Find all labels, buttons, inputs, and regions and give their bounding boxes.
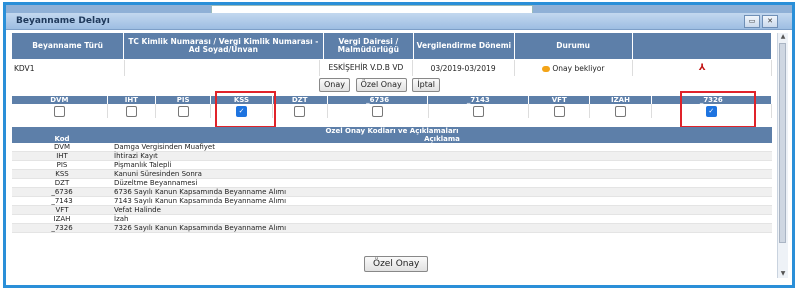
table-row: DZT Düzeltme Beyannamesi xyxy=(12,179,772,188)
declaration-header: Beyanname Türü TC Kimlik Numarası / Verg… xyxy=(12,33,773,59)
table-row: _6736 6736 Sayılı Kanun Kapsamında Beyann… xyxy=(12,188,772,197)
scroll-up-icon[interactable]: ▲ xyxy=(778,33,788,41)
checkbox-6736[interactable] xyxy=(372,105,384,117)
cell-daire: ESKİŞEHİR V.D.B VD xyxy=(319,60,413,76)
code-kod: _7143 xyxy=(51,197,73,205)
code-checkbox-row: ✓ ✓ xyxy=(12,104,773,118)
table-row: KSS Kanuni Süresinden Sonra xyxy=(12,170,772,179)
code-aciklama: İhtirazi Kayıt xyxy=(114,152,158,160)
col-actions xyxy=(632,33,773,59)
code-aciklama: 7143 Sayılı Kanun Kapsamında Beyanname A… xyxy=(114,197,287,205)
code-hdr-dvm: DVM xyxy=(12,96,108,104)
dialog-titlebar: Beyanname Delayı ▭ ✕ xyxy=(6,13,792,30)
codes-col-kod: Kod xyxy=(54,135,70,143)
ozel-onay-button[interactable]: Özel Onay xyxy=(355,78,407,92)
table-row: DVM Damga Vergisinden Muafiyet xyxy=(12,143,772,152)
code-aciklama: 6736 Sayılı Kanun Kapsamında Beyanname A… xyxy=(114,188,287,196)
cell-durum: Onay bekliyor xyxy=(514,60,634,76)
code-kod: KSS xyxy=(55,170,69,178)
code-aciklama: Damga Vergisinden Muafiyet xyxy=(114,143,215,151)
table-row: PIS Pişmanlık Talepli xyxy=(12,161,772,170)
col-kimlik: TC Kimlik Numarası / Vergi Kimlik Numara… xyxy=(123,33,324,59)
code-checkbox-header: DVM IHT PIS KSS DZT _6736 _7143 VFT IZAH… xyxy=(12,96,773,104)
checkbox-izah[interactable] xyxy=(615,105,626,117)
codes-table-title: Özel Onay Kodları ve Açıklamaları xyxy=(12,127,772,135)
codes-col-aciklama: Açıklama xyxy=(424,135,460,143)
checkbox-iht[interactable] xyxy=(125,105,137,117)
code-aciklama: İzah xyxy=(114,215,129,223)
cell-kimlik xyxy=(124,60,321,76)
code-hdr-pis: PIS xyxy=(155,96,212,104)
checkbox-dzt[interactable] xyxy=(294,105,306,117)
code-kod: _6736 xyxy=(51,188,73,196)
cell-tur: KDV1 xyxy=(12,60,125,76)
declaration-row: KDV1 ESKİŞEHİR V.D.B VD 03/2019-03/2019 … xyxy=(12,60,772,76)
scroll-down-icon[interactable]: ▼ xyxy=(778,270,788,278)
code-kod: DVM xyxy=(53,143,71,151)
codes-table-header: Kod Açıklama xyxy=(12,135,772,143)
close-button[interactable]: ✕ xyxy=(762,15,778,28)
col-beyanname-turu: Beyanname Türü xyxy=(12,33,125,59)
status-dot-icon xyxy=(542,65,551,72)
action-buttons: Onay Özel Onay İptal xyxy=(319,78,443,92)
minimize-button[interactable]: ▭ xyxy=(744,15,760,28)
cell-pdf: ⅄ xyxy=(632,60,772,76)
code-hdr-vft: VFT xyxy=(528,96,591,104)
codes-table: DVM Damga Vergisinden Muafiyet IHT İhtiraz… xyxy=(12,143,772,233)
iptal-button[interactable]: İptal xyxy=(412,78,440,92)
dialog-content: Beyanname Türü TC Kimlik Numarası / Verg… xyxy=(12,33,773,285)
checkbox-pis[interactable] xyxy=(177,105,189,117)
code-kod: IZAH xyxy=(53,215,71,223)
code-aciklama: Pişmanlık Talepli xyxy=(114,161,172,169)
code-kod: IHT xyxy=(56,152,68,160)
highlight-7326 xyxy=(680,91,756,128)
scroll-thumb[interactable] xyxy=(779,43,786,243)
dialog-title: Beyanname Delayı xyxy=(16,16,110,26)
table-row: VFT Vefat Halinde xyxy=(12,206,772,215)
checkbox-vft[interactable] xyxy=(553,105,565,117)
code-kod: _7326 xyxy=(51,224,73,232)
bottom-ozel-onay-button[interactable]: Özel Onay xyxy=(364,256,429,272)
code-hdr-izah: IZAH xyxy=(589,96,652,104)
col-donem: Vergilendirme Dönemi xyxy=(413,33,515,59)
bottom-actions: Özel Onay xyxy=(364,256,431,272)
code-kod: VFT xyxy=(55,206,69,214)
code-hdr-dzt: DZT xyxy=(272,96,328,104)
checkbox-dvm[interactable] xyxy=(53,105,65,117)
table-row: IZAH İzah xyxy=(12,215,772,224)
vertical-scrollbar[interactable]: ▲ ▼ xyxy=(777,33,788,278)
table-row: _7326 7326 Sayılı Kanun Kapsamında Beyann… xyxy=(12,224,772,233)
code-kod: DZT xyxy=(54,179,70,187)
code-kod: PIS xyxy=(56,161,68,169)
code-aciklama: Kanuni Süresinden Sonra xyxy=(114,170,202,178)
col-durumu: Durumu xyxy=(514,33,633,59)
pdf-icon[interactable]: ⅄ xyxy=(699,63,706,73)
dialog-frame: Beyanname Delayı ▭ ✕ Beyanname Türü TC K… xyxy=(3,2,795,288)
code-hdr-7143: _7143 xyxy=(427,96,530,104)
highlight-kss xyxy=(215,91,276,128)
code-aciklama: Düzeltme Beyannamesi xyxy=(114,179,198,187)
checkbox-7143[interactable] xyxy=(472,105,484,117)
code-aciklama: Vefat Halinde xyxy=(114,206,161,214)
table-row: IHT İhtirazi Kayıt xyxy=(12,152,772,161)
onay-button[interactable]: Onay xyxy=(319,78,351,92)
col-vergi-dairesi: Vergi Dairesi / Malmüdürlüğü xyxy=(323,33,415,59)
status-text: Onay bekliyor xyxy=(552,63,605,73)
code-aciklama: 7326 Sayılı Kanun Kapsamında Beyanname A… xyxy=(114,224,287,232)
table-row: _7143 7143 Sayılı Kanun Kapsamında Beyann… xyxy=(12,197,772,206)
code-hdr-iht: IHT xyxy=(107,96,157,104)
code-hdr-6736: _6736 xyxy=(327,96,429,104)
cell-donem: 03/2019-03/2019 xyxy=(412,60,515,76)
